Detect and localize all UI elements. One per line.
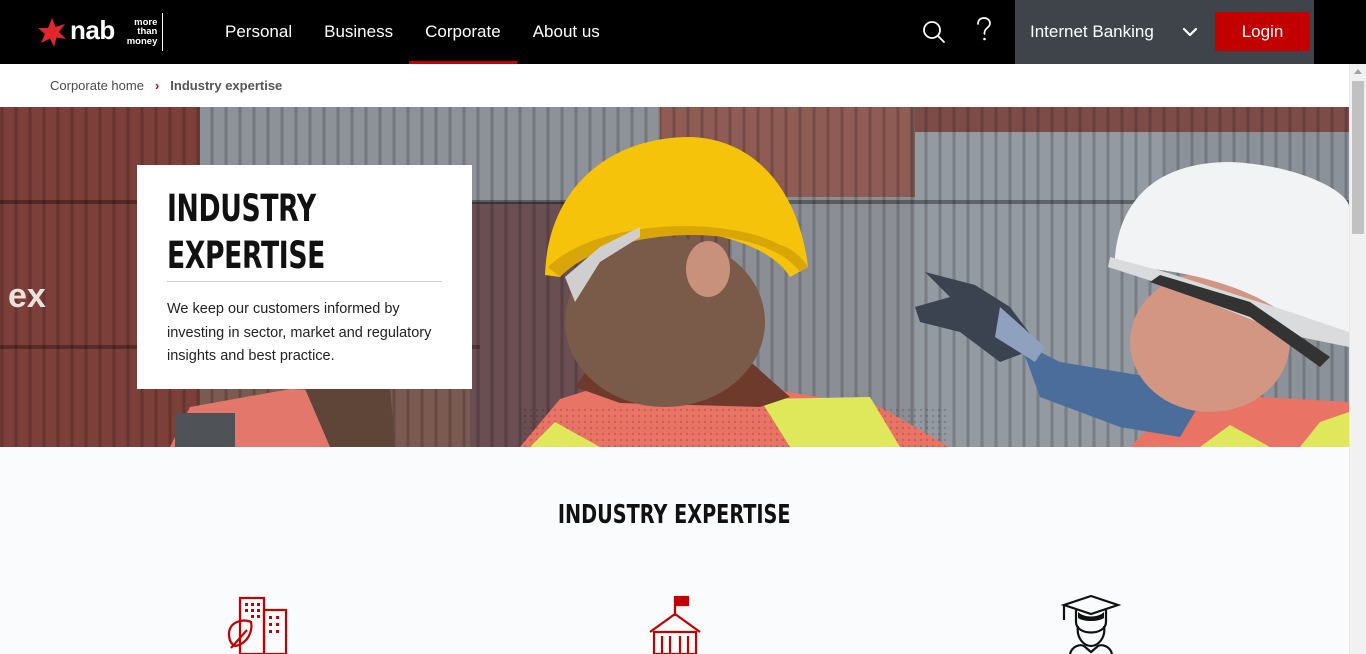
nav-item-corporate[interactable]: Corporate [409, 0, 517, 64]
sustainable-building-icon[interactable] [223, 592, 293, 654]
government-building-icon[interactable] [640, 592, 710, 654]
scrollbar-thumb[interactable] [1352, 81, 1364, 234]
hero-divider [167, 281, 442, 282]
logo-wordmark: nab [70, 14, 115, 45]
login-button[interactable]: Login [1215, 12, 1310, 51]
help-icon [977, 17, 991, 41]
nav-item-personal[interactable]: Personal [209, 0, 308, 64]
breadcrumb-current-page: Industry expertise [170, 78, 283, 93]
search-icon [923, 21, 945, 43]
nav-item-about-us[interactable]: About us [517, 0, 616, 64]
hero-card: INDUSTRY EXPERTISE We keep our customers… [137, 165, 472, 389]
breadcrumb: Corporate home › Industry expertise [0, 64, 1349, 107]
nab-logo[interactable]: nab more than money [36, 12, 176, 52]
breadcrumb-corporate-home[interactable]: Corporate home [50, 78, 144, 93]
top-navigation-bar: nab more than money Personal Business Co… [0, 0, 1366, 64]
chevron-down-icon[interactable] [1181, 24, 1199, 40]
nab-star-icon [38, 18, 66, 47]
nav-item-business[interactable]: Business [308, 0, 409, 64]
hero-description: We keep our customers informed by invest… [167, 301, 432, 364]
page-scrollbar[interactable] [1349, 64, 1366, 654]
hero-title: INDUSTRY EXPERTISE [167, 187, 326, 277]
svg-text:ex: ex [8, 277, 46, 315]
breadcrumb-separator-icon: › [154, 78, 160, 93]
main-nav: Personal Business Corporate About us [209, 0, 616, 64]
logo-tagline: more than money [127, 13, 164, 51]
scroll-up-arrow-icon[interactable] [1354, 69, 1362, 74]
hero-banner: ex INDUSTRY EXPERTISE We keep our custom… [0, 107, 1349, 447]
graduate-icon[interactable] [1056, 592, 1126, 654]
section-heading: INDUSTRY EXPERTISE [558, 500, 791, 530]
search-button[interactable] [916, 14, 952, 50]
help-button[interactable] [966, 12, 1002, 48]
